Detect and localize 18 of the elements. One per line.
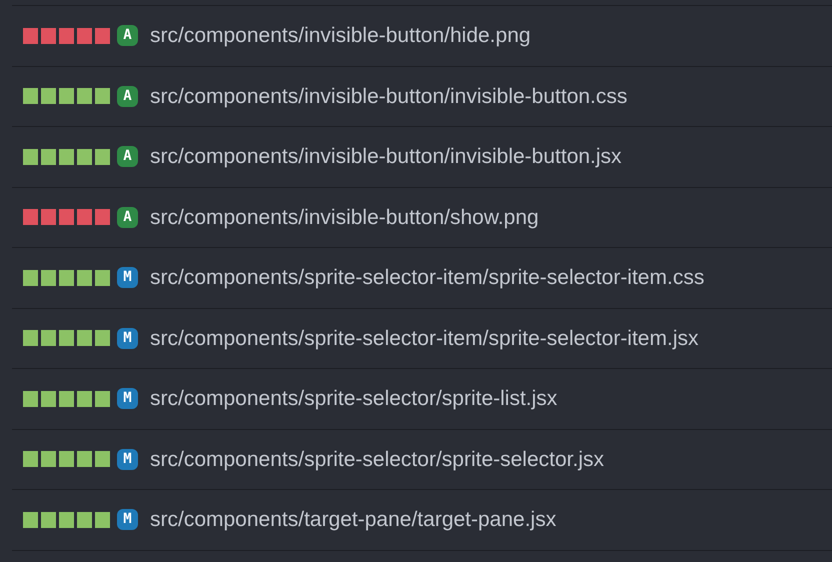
status-badge: A xyxy=(117,206,138,228)
status-badge: M xyxy=(117,388,138,410)
file-path[interactable]: src/components/sprite-selector-item/sprite-selector-item.css xyxy=(150,262,704,294)
file-path[interactable]: src/components/invisible-button/hide.png xyxy=(150,20,531,52)
file-path[interactable]: src/components/invisible-button/show.png xyxy=(150,202,539,233)
file-path[interactable]: src/components/invisible-button/invisible-button.css xyxy=(150,80,628,112)
file-path[interactable]: src/components/sprite-selector/sprite-selector.jsx xyxy=(150,444,604,475)
file-path[interactable]: src/components/invisible-button/invisible-button.jsx xyxy=(150,141,622,172)
status-badge: M xyxy=(117,267,138,288)
status-badge: M xyxy=(117,509,138,530)
file-path[interactable]: src/components/target-pane/target-pane.jsx xyxy=(150,504,556,536)
status-badge: A xyxy=(117,86,138,107)
status-badge: M xyxy=(117,328,138,349)
file-path[interactable]: src/components/sprite-selector/sprite-list.jsx xyxy=(150,383,558,414)
status-badge: M xyxy=(117,448,138,470)
status-badge: A xyxy=(117,146,138,168)
status-badge: A xyxy=(117,25,138,46)
file-path[interactable]: src/components/sprite-selector-item/sprite-selector-item.jsx xyxy=(150,322,698,354)
